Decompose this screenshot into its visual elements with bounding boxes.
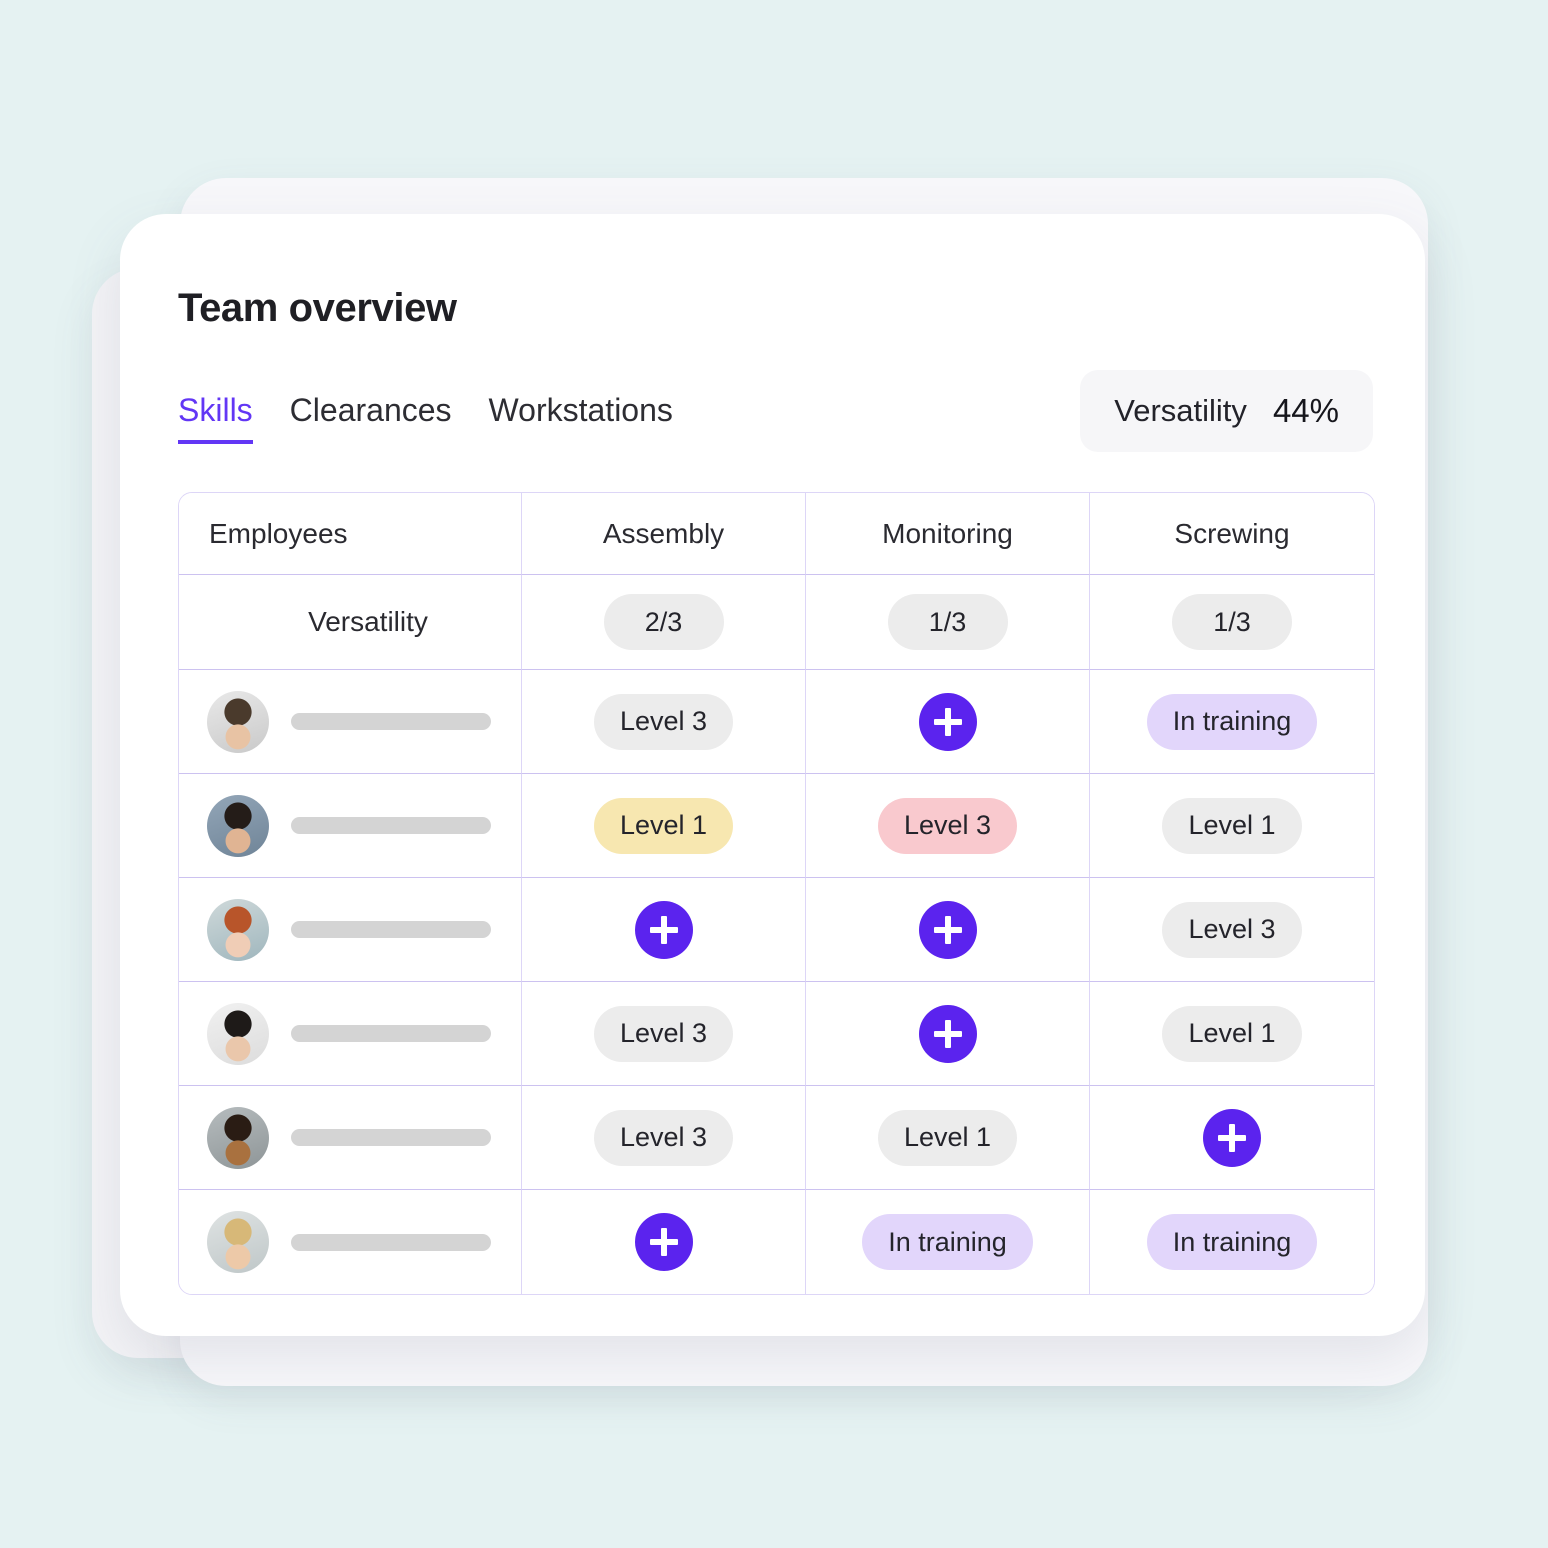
page-title: Team overview: [178, 286, 457, 330]
monitoring-cell: In training: [806, 1190, 1090, 1294]
column-header-assembly: Assembly: [522, 493, 806, 575]
table-row: Level 3 Level 1: [179, 982, 1374, 1086]
table-row: In training In training: [179, 1190, 1374, 1294]
screwing-cell: Level 1: [1090, 982, 1374, 1086]
screwing-skill-badge[interactable]: In training: [1146, 693, 1318, 750]
employee-cell: [179, 878, 522, 982]
versatility-row-label: Versatility: [179, 575, 522, 670]
tab-workstations[interactable]: Workstations: [489, 392, 673, 444]
screwing-cell: Level 3: [1090, 878, 1374, 982]
screwing-skill-badge[interactable]: Level 1: [1162, 797, 1302, 854]
assembly-cell: Level 3: [522, 670, 806, 774]
plus-icon: [933, 915, 962, 944]
table-header-row: Employees Assembly Monitoring Screwing: [179, 493, 1374, 575]
plus-icon: [933, 707, 962, 736]
page-root: Team overview Skills Clearances Workstat…: [0, 0, 1548, 1548]
column-header-screwing: Screwing: [1090, 493, 1374, 575]
assembly-skill-badge[interactable]: Level 3: [593, 1109, 734, 1166]
add-screwing-skill-button[interactable]: [1203, 1108, 1261, 1167]
versatility-screwing-cell: 1/3: [1090, 575, 1374, 670]
versatility-summary-badge: Versatility 44%: [1080, 370, 1373, 452]
table-row: Level 3 Level 1: [179, 1086, 1374, 1190]
tab-bar: Skills Clearances Workstations: [178, 384, 673, 444]
add-monitoring-skill-button[interactable]: [918, 692, 977, 751]
assembly-skill-badge[interactable]: Level 3: [593, 1005, 734, 1062]
avatar-employee-6[interactable]: [207, 1211, 269, 1273]
table-row: Level 1 Level 3 Level 1: [179, 774, 1374, 878]
versatility-monitoring-cell: 1/3: [806, 575, 1090, 670]
employee-name-placeholder: [291, 1129, 491, 1146]
team-overview-card: Team overview Skills Clearances Workstat…: [120, 214, 1425, 1336]
versatility-monitoring-value: 1/3: [887, 594, 1008, 650]
assembly-cell: Level 3: [522, 1086, 806, 1190]
versatility-screwing-value: 1/3: [1172, 594, 1292, 650]
plus-icon: [933, 1019, 962, 1048]
add-monitoring-skill-button[interactable]: [918, 1004, 977, 1063]
employee-cell: [179, 1086, 522, 1190]
monitoring-cell: [806, 878, 1090, 982]
monitoring-skill-badge[interactable]: Level 1: [877, 1109, 1018, 1166]
screwing-cell: Level 1: [1090, 774, 1374, 878]
screwing-cell: [1090, 1086, 1374, 1190]
employee-name-placeholder: [291, 817, 491, 834]
column-header-monitoring: Monitoring: [806, 493, 1090, 575]
add-assembly-skill-button[interactable]: [634, 900, 693, 959]
avatar-employee-2[interactable]: [207, 794, 269, 857]
screwing-skill-badge[interactable]: Level 3: [1162, 901, 1302, 958]
assembly-skill-badge[interactable]: Level 1: [593, 797, 734, 854]
monitoring-cell: Level 3: [806, 774, 1090, 878]
employee-name-placeholder: [291, 921, 491, 938]
column-header-employees: Employees: [179, 493, 522, 575]
toolbar: Skills Clearances Workstations Versatili…: [178, 370, 1373, 452]
assembly-cell: [522, 1190, 806, 1294]
plus-icon: [1218, 1123, 1246, 1152]
avatar-employee-3[interactable]: [207, 898, 269, 961]
table-header: Employees Assembly Monitoring Screwing: [179, 493, 1374, 575]
assembly-cell: [522, 878, 806, 982]
versatility-value: 44%: [1272, 392, 1339, 429]
monitoring-skill-badge[interactable]: In training: [862, 1214, 1033, 1270]
avatar-employee-1[interactable]: [207, 690, 269, 753]
add-monitoring-skill-button[interactable]: [918, 900, 977, 959]
employee-name-placeholder: [291, 1233, 491, 1251]
employee-cell: [179, 774, 522, 878]
employee-name-placeholder: [291, 713, 491, 730]
monitoring-skill-badge[interactable]: Level 3: [877, 797, 1018, 854]
table-row: Level 3: [179, 878, 1374, 982]
monitoring-cell: [806, 982, 1090, 1086]
screwing-cell: In training: [1090, 670, 1374, 774]
screwing-cell: In training: [1090, 1190, 1374, 1294]
plus-icon: [649, 915, 678, 944]
assembly-cell: Level 3: [522, 982, 806, 1086]
employee-cell: [179, 982, 522, 1086]
versatility-row: Versatility 2/3 1/3 1/3: [179, 575, 1374, 670]
table-body: Versatility 2/3 1/3 1/3 Level 3 In traini…: [179, 575, 1374, 1294]
screwing-skill-badge[interactable]: In training: [1146, 1214, 1318, 1270]
versatility-assembly-cell: 2/3: [522, 575, 806, 670]
employee-cell: [179, 670, 522, 774]
monitoring-cell: Level 1: [806, 1086, 1090, 1190]
avatar-employee-5[interactable]: [207, 1106, 269, 1169]
monitoring-cell: [806, 670, 1090, 774]
employee-name-placeholder: [291, 1025, 491, 1042]
screwing-skill-badge[interactable]: Level 1: [1162, 1005, 1302, 1062]
versatility-label: Versatility: [1114, 393, 1247, 428]
assembly-skill-badge[interactable]: Level 3: [593, 693, 734, 750]
add-assembly-skill-button[interactable]: [634, 1213, 693, 1271]
tab-skills[interactable]: Skills: [178, 392, 253, 444]
assembly-cell: Level 1: [522, 774, 806, 878]
employee-cell: [179, 1190, 522, 1294]
table-row: Level 3 In training: [179, 670, 1374, 774]
avatar-employee-4[interactable]: [207, 1002, 269, 1065]
plus-icon: [649, 1228, 678, 1256]
skills-matrix-table: Employees Assembly Monitoring Screwing V…: [178, 492, 1375, 1295]
tab-clearances[interactable]: Clearances: [290, 392, 452, 444]
versatility-assembly-value: 2/3: [603, 594, 724, 650]
